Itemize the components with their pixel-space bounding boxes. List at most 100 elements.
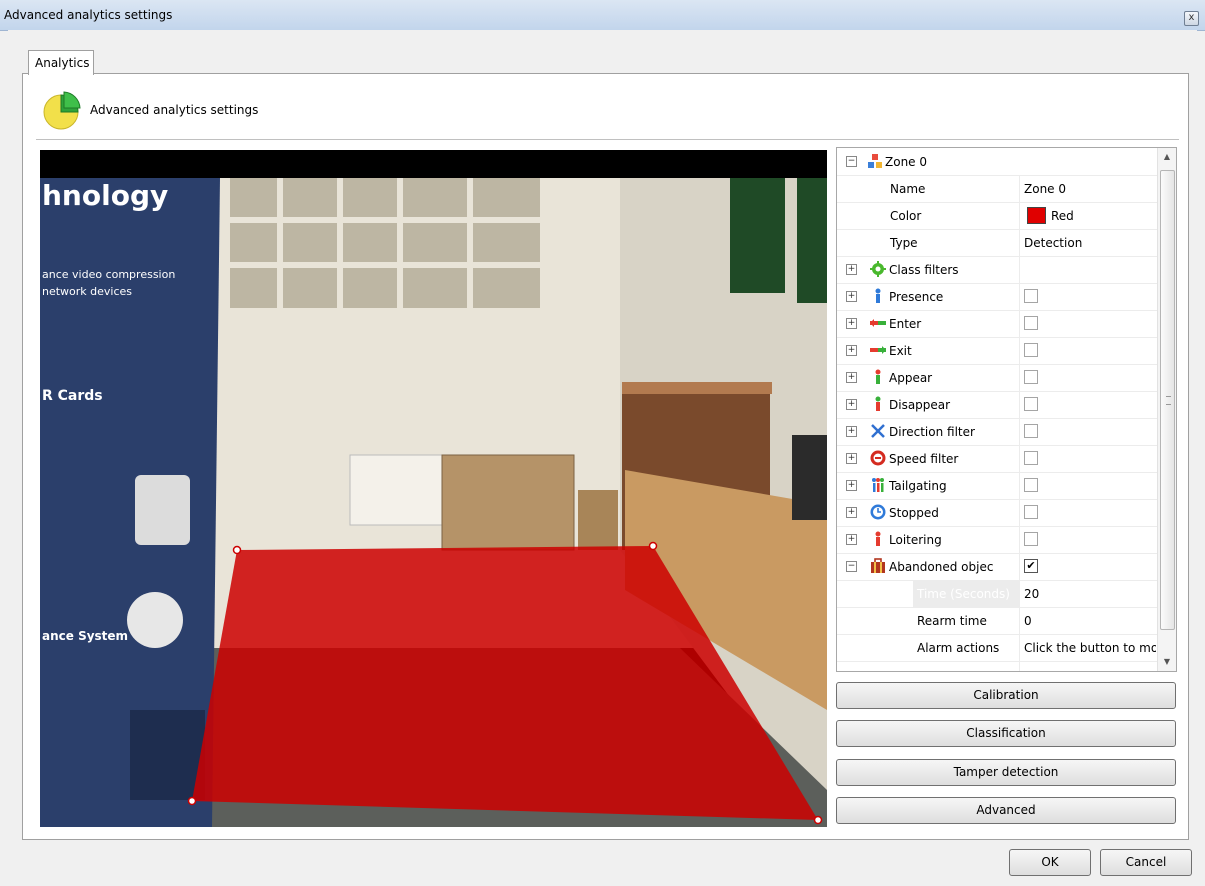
expand-toggle[interactable]: +	[846, 345, 857, 356]
rule-checkbox[interactable]	[1024, 343, 1038, 357]
rule-label: Presence	[889, 290, 944, 304]
class-filters-row[interactable]: + Class filters	[837, 256, 1157, 284]
rule-checkbox[interactable]	[1024, 451, 1038, 465]
property-row[interactable]: Name Zone 0	[837, 175, 1157, 203]
color-label: Color	[890, 209, 922, 223]
rule-checkbox[interactable]	[1024, 316, 1038, 330]
time-seconds-value[interactable]: 20	[1024, 587, 1039, 601]
expand-toggle[interactable]: +	[846, 318, 857, 329]
exit-arrow-icon	[870, 346, 886, 354]
expand-toggle[interactable]: +	[846, 372, 857, 383]
rule-row-appear[interactable]: + Appear	[837, 364, 1157, 392]
classification-button[interactable]: Classification	[836, 720, 1176, 747]
camera-preview[interactable]: hnology ance video compression network d…	[40, 150, 827, 827]
property-row[interactable]: Color Red	[837, 202, 1157, 230]
rule-row-exit[interactable]: + Exit	[837, 337, 1157, 365]
type-label: Type	[890, 236, 918, 250]
scroll-down-icon[interactable]: ▼	[1158, 653, 1176, 671]
rule-row-tailgating[interactable]: + Tailgating	[837, 472, 1157, 500]
rearm-time-value[interactable]: 0	[1024, 614, 1032, 628]
zone-vertex-handle[interactable]	[187, 796, 197, 806]
poster-text-3: network devices	[42, 285, 132, 298]
rule-row-disappear[interactable]: + Disappear	[837, 391, 1157, 419]
rule-row-speed-filter[interactable]: + Speed filter	[837, 445, 1157, 473]
property-row[interactable]: Alarm actions Click the button to moi	[837, 634, 1157, 662]
color-swatch	[1027, 207, 1046, 224]
window-title-bar: Advanced analytics settings x	[0, 0, 1205, 31]
loitering-icon	[875, 531, 881, 546]
tab-analytics-label: Analytics	[35, 56, 90, 70]
expand-toggle[interactable]: +	[846, 264, 857, 275]
property-grid[interactable]: − Zone 0 Name Zone 0 Color Red Type Dete…	[836, 147, 1177, 672]
poster-text-5: ance System	[42, 629, 128, 643]
property-row-selected[interactable]: Time (Seconds) 20	[837, 580, 1157, 608]
scroll-up-icon[interactable]: ▲	[1158, 148, 1176, 166]
scroll-thumb[interactable]	[1160, 170, 1175, 630]
grip-icon	[1166, 396, 1171, 405]
poster-text-2: ance video compression	[42, 268, 175, 281]
camera-scene: hnology ance video compression network d…	[40, 150, 827, 827]
property-grid-scrollbar[interactable]: ▲ ▼	[1157, 148, 1176, 671]
rule-label: Appear	[889, 371, 933, 385]
collapse-toggle[interactable]: −	[846, 156, 857, 167]
property-row[interactable]: Rearm time 0	[837, 607, 1157, 635]
expand-toggle[interactable]: +	[846, 426, 857, 437]
rule-label: Enter	[889, 317, 922, 331]
zone-icon	[868, 154, 882, 168]
zone-row[interactable]: − Zone 0	[837, 148, 1157, 176]
rule-label: Exit	[889, 344, 912, 358]
color-value[interactable]: Red	[1051, 209, 1074, 223]
zone-label: Zone 0	[885, 155, 927, 169]
class-filters-label: Class filters	[889, 263, 959, 277]
rule-row-enter[interactable]: + Enter	[837, 310, 1157, 338]
gear-icon	[870, 261, 886, 277]
tamper-detection-button[interactable]: Tamper detection	[836, 759, 1176, 786]
rule-checkbox[interactable]	[1024, 289, 1038, 303]
cancel-button[interactable]: Cancel	[1100, 849, 1192, 876]
rule-row-abandoned-object[interactable]: − Abandoned objec ✔	[837, 553, 1157, 581]
rule-row-loitering[interactable]: + Loitering	[837, 526, 1157, 554]
rule-checkbox[interactable]	[1024, 424, 1038, 438]
rule-label: Stopped	[889, 506, 939, 520]
rule-row-presence[interactable]: + Presence	[837, 283, 1157, 311]
appear-icon	[875, 369, 881, 384]
rule-checkbox[interactable]	[1024, 478, 1038, 492]
alarm-actions-label: Alarm actions	[917, 641, 1000, 655]
property-row[interactable]: Type Detection	[837, 229, 1157, 257]
zone-vertex-handle[interactable]	[813, 815, 823, 825]
expand-toggle[interactable]: +	[846, 453, 857, 464]
expand-toggle[interactable]: +	[846, 534, 857, 545]
zone-vertex-handle[interactable]	[232, 545, 242, 555]
tab-analytics[interactable]: Analytics	[28, 50, 94, 75]
clock-icon	[870, 504, 886, 520]
type-value[interactable]: Detection	[1024, 236, 1082, 250]
rule-checkbox-checked[interactable]: ✔	[1024, 559, 1038, 573]
pie-chart-icon	[43, 91, 81, 130]
rule-checkbox[interactable]	[1024, 532, 1038, 546]
expand-toggle[interactable]: +	[846, 480, 857, 491]
ok-button[interactable]: OK	[1009, 849, 1091, 876]
rule-checkbox[interactable]	[1024, 370, 1038, 384]
zone-vertex-handle[interactable]	[648, 541, 658, 551]
expand-toggle[interactable]: +	[846, 291, 857, 302]
rule-row-stopped[interactable]: + Stopped	[837, 499, 1157, 527]
poster-text-4: R Cards	[42, 388, 103, 404]
collapse-toggle[interactable]: −	[846, 561, 857, 572]
rule-row-direction-filter[interactable]: + Direction filter	[837, 418, 1157, 446]
calibration-button[interactable]: Calibration	[836, 682, 1176, 709]
abandoned-object-icon	[871, 558, 885, 573]
alarm-actions-value[interactable]: Click the button to moi	[1024, 641, 1156, 655]
rule-checkbox[interactable]	[1024, 505, 1038, 519]
name-value[interactable]: Zone 0	[1024, 182, 1066, 196]
expand-toggle[interactable]: +	[846, 507, 857, 518]
name-label: Name	[890, 182, 926, 196]
rule-label: Disappear	[889, 398, 951, 412]
expand-toggle[interactable]: +	[846, 399, 857, 410]
rearm-time-label: Rearm time	[917, 614, 987, 628]
disappear-icon	[875, 396, 881, 411]
advanced-button[interactable]: Advanced	[836, 797, 1176, 824]
header-separator	[36, 139, 1179, 140]
close-icon[interactable]: x	[1184, 11, 1199, 26]
rule-label: Loitering	[889, 533, 942, 547]
rule-checkbox[interactable]	[1024, 397, 1038, 411]
